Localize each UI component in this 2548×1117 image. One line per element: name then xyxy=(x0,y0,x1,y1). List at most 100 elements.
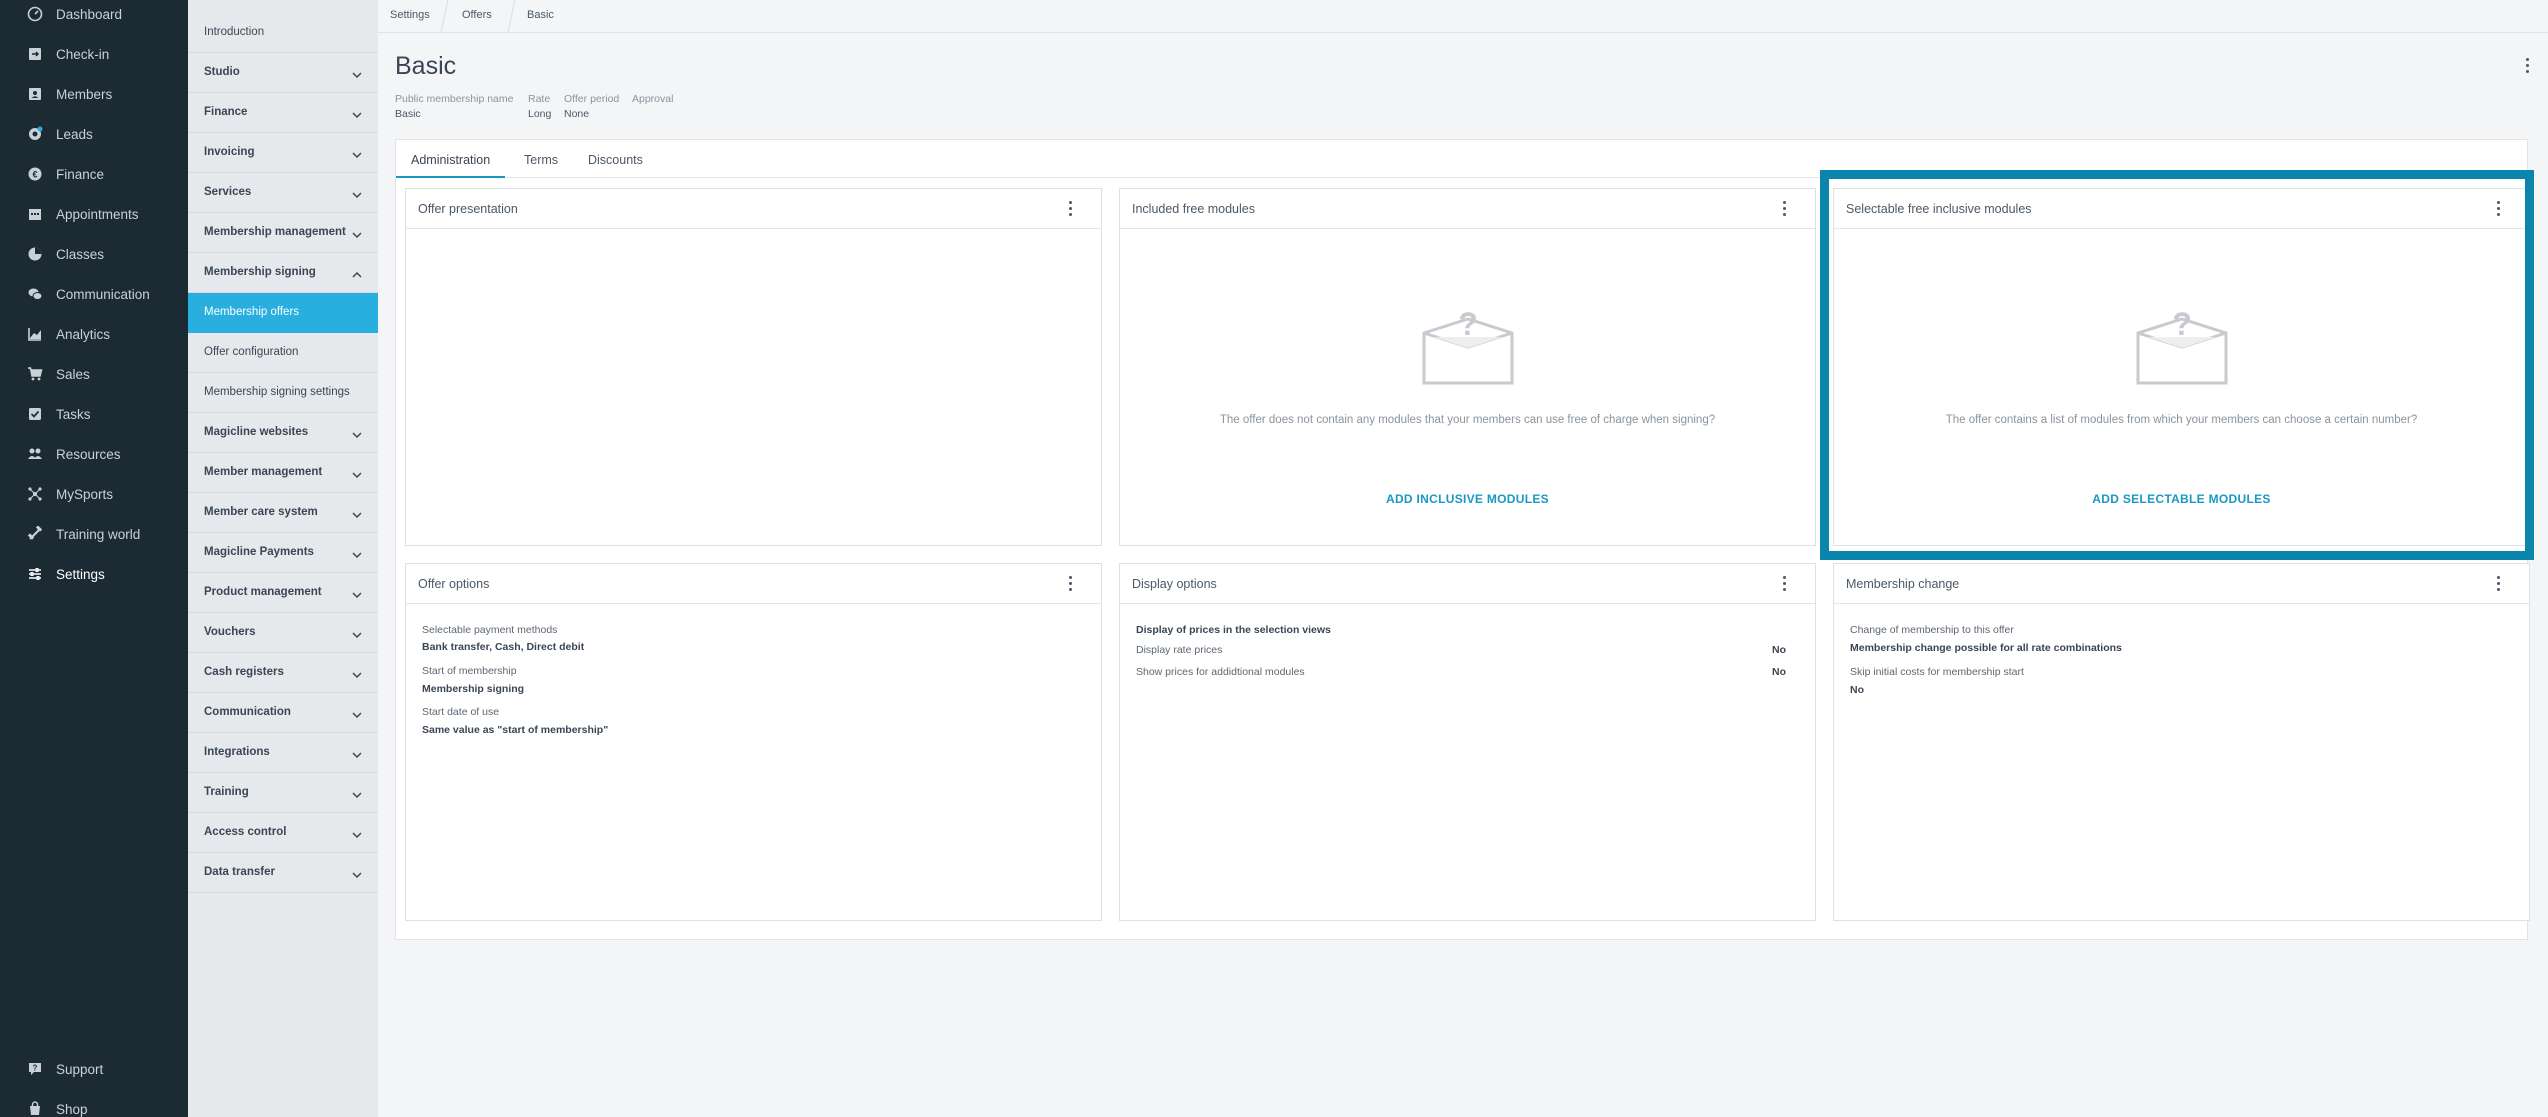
nav-item-sales[interactable]: Sales xyxy=(0,354,188,394)
nav-item-members[interactable]: Members xyxy=(0,74,188,114)
nav-label: Shop xyxy=(56,1101,88,1117)
option-label: Show prices for addidtional modules xyxy=(1136,666,1305,678)
subnav-item-product-management[interactable]: Product management xyxy=(188,573,378,613)
chevron-down-icon xyxy=(352,187,362,199)
card-title: Included free modules xyxy=(1132,202,1255,216)
subnav-item-introduction[interactable]: Introduction xyxy=(188,13,378,53)
empty-state-text: The offer contains a list of modules fro… xyxy=(1945,414,2418,426)
nav-label: Appointments xyxy=(56,206,139,222)
card-more-menu-icon[interactable] xyxy=(1063,574,1079,594)
nav-item-communication[interactable]: Communication xyxy=(0,274,188,314)
nav-item-check-in[interactable]: Check-in xyxy=(0,34,188,74)
subnav-item-membership-signing[interactable]: Membership signing xyxy=(188,253,378,293)
subnav-item-label: Membership signing settings xyxy=(204,386,350,398)
breadcrumb-offers[interactable]: Offers xyxy=(450,0,504,32)
chevron-down-icon xyxy=(352,827,362,839)
svg-text:?: ? xyxy=(2172,307,2192,342)
add-selectable-modules-button[interactable]: ADD SELECTABLE MODULES xyxy=(1834,492,2529,506)
nav-item-tasks[interactable]: Tasks xyxy=(0,394,188,434)
subnav-item-training[interactable]: Training xyxy=(188,773,378,813)
subnav-item-label: Vouchers xyxy=(204,626,256,638)
breadcrumb: Settings Offers Basic xyxy=(378,0,2548,33)
chevron-down-icon xyxy=(352,667,362,679)
subnav-item-data-transfer[interactable]: Data transfer xyxy=(188,853,378,893)
nav-item-finance[interactable]: € Finance xyxy=(0,154,188,194)
nav-label: MySports xyxy=(56,486,114,502)
chat-icon xyxy=(27,286,43,302)
subnav-item-magicline-websites[interactable]: Magicline websites xyxy=(188,413,378,453)
mysports-icon xyxy=(27,486,43,502)
tasks-icon xyxy=(27,406,43,422)
nav-item-settings[interactable]: Settings xyxy=(0,554,188,594)
option-label: Display rate prices xyxy=(1136,644,1223,656)
chevron-down-icon xyxy=(352,507,362,519)
subnav-item-access-control[interactable]: Access control xyxy=(188,813,378,853)
chevron-up-icon xyxy=(352,267,362,278)
chevron-down-icon xyxy=(352,547,362,559)
tab-discounts[interactable]: Discounts xyxy=(573,140,658,178)
tab-administration[interactable]: Administration xyxy=(396,140,506,178)
nav-item-mysports[interactable]: MySports xyxy=(0,474,188,514)
subnav-item-membership-signing-settings[interactable]: Membership signing settings xyxy=(188,373,378,413)
subnav-item-member-care-system[interactable]: Member care system xyxy=(188,493,378,533)
breadcrumb-basic[interactable]: Basic xyxy=(515,0,566,32)
card-more-menu-icon[interactable] xyxy=(2491,199,2507,219)
subnav-item-finance[interactable]: Finance xyxy=(188,93,378,133)
nav-item-shop[interactable]: Shop xyxy=(0,1089,188,1117)
nav-item-resources[interactable]: Resources xyxy=(0,434,188,474)
option-value: No xyxy=(1772,644,1786,656)
finance-icon: € xyxy=(27,166,43,182)
breadcrumb-settings[interactable]: Settings xyxy=(378,0,442,32)
subnav-item-studio[interactable]: Studio xyxy=(188,53,378,93)
chevron-down-icon xyxy=(352,627,362,639)
subnav-item-vouchers[interactable]: Vouchers xyxy=(188,613,378,653)
card-title: Membership change xyxy=(1846,577,1960,591)
subnav-item-membership-offers[interactable]: Membership offers xyxy=(188,293,378,333)
nav-item-leads[interactable]: Leads xyxy=(0,114,188,154)
nav-label: Classes xyxy=(56,246,105,262)
subnav-item-label: Member management xyxy=(204,466,323,478)
subnav-item-communication[interactable]: Communication xyxy=(188,693,378,733)
page-more-menu-icon[interactable] xyxy=(2520,56,2536,76)
nav-item-dashboard[interactable]: Dashboard xyxy=(0,0,188,34)
card-more-menu-icon[interactable] xyxy=(1777,574,1793,594)
subnav-item-magicline-payments[interactable]: Magicline Payments xyxy=(188,533,378,573)
subnav-item-cash-registers[interactable]: Cash registers xyxy=(188,653,378,693)
card-title: Display options xyxy=(1132,577,1217,591)
subnav-item-integrations[interactable]: Integrations xyxy=(188,733,378,773)
card-more-menu-icon[interactable] xyxy=(1063,199,1079,219)
nav-item-support[interactable]: ? Support xyxy=(0,1049,188,1089)
option-value: Bank transfer, Cash, Direct debit xyxy=(422,641,585,653)
option-value: No xyxy=(1850,684,1864,696)
subnav-item-services[interactable]: Services xyxy=(188,173,378,213)
nav-label: Training world xyxy=(56,526,141,542)
nav-item-training-world[interactable]: Training world xyxy=(0,514,188,554)
subnav-item-member-management[interactable]: Member management xyxy=(188,453,378,493)
subnav-item-invoicing[interactable]: Invoicing xyxy=(188,133,378,173)
card-more-menu-icon[interactable] xyxy=(2491,574,2507,594)
meta-label-rate: Rate xyxy=(528,93,551,105)
subnav-item-label: Offer configuration xyxy=(204,346,299,358)
option-label: Start of membership xyxy=(422,665,517,677)
option-value: Membership change possible for all rate … xyxy=(1850,642,2122,654)
resources-icon xyxy=(27,446,43,462)
nav-label: Analytics xyxy=(56,326,111,342)
subnav-item-membership-management[interactable]: Membership management xyxy=(188,213,378,253)
meta-label-public-name: Public membership name xyxy=(395,93,514,105)
nav-item-classes[interactable]: Classes xyxy=(0,234,188,274)
svg-text:?: ? xyxy=(1458,307,1478,342)
svg-text:€: € xyxy=(32,170,37,180)
nav-label: Dashboard xyxy=(56,6,123,22)
tab-terms[interactable]: Terms xyxy=(509,140,573,178)
add-inclusive-modules-button[interactable]: ADD INCLUSIVE MODULES xyxy=(1120,492,1815,506)
card-title: Selectable free inclusive modules xyxy=(1846,202,2032,216)
chevron-down-icon xyxy=(352,67,362,79)
chevron-down-icon xyxy=(352,867,362,879)
card-more-menu-icon[interactable] xyxy=(1777,199,1793,219)
subnav-item-label: Training xyxy=(204,786,249,798)
nav-item-analytics[interactable]: Analytics xyxy=(0,314,188,354)
nav-label: Tasks xyxy=(56,406,91,422)
subnav-item-offer-configuration[interactable]: Offer configuration xyxy=(188,333,378,373)
nav-item-appointments[interactable]: Appointments xyxy=(0,194,188,234)
settings-icon xyxy=(27,566,43,582)
